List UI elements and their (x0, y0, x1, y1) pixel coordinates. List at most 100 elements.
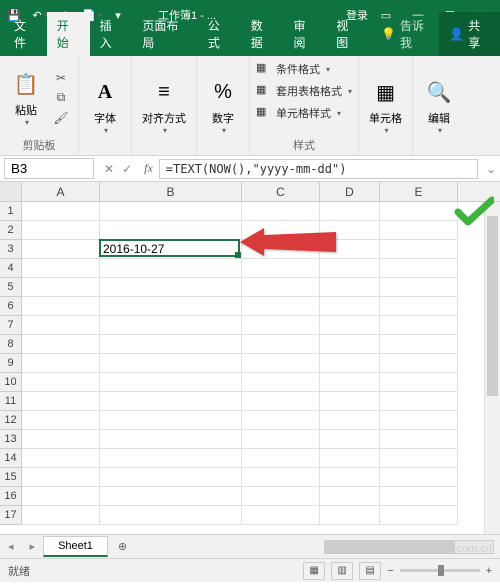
cell-E8[interactable] (380, 335, 458, 354)
row-header[interactable]: 6 (0, 297, 22, 316)
cell-C5[interactable] (242, 278, 320, 297)
cell-A6[interactable] (22, 297, 100, 316)
enter-formula-icon[interactable]: ✓ (122, 162, 132, 176)
cell-D4[interactable] (320, 259, 380, 278)
row-header[interactable]: 3 (0, 240, 22, 259)
cell-D13[interactable] (320, 430, 380, 449)
page-break-view-icon[interactable]: ▤ (359, 562, 381, 580)
vertical-scrollbar[interactable] (484, 202, 500, 534)
cell-E12[interactable] (380, 411, 458, 430)
cell-B10[interactable] (100, 373, 242, 392)
cell-B16[interactable] (100, 487, 242, 506)
cell-A3[interactable] (22, 240, 100, 259)
tab-data[interactable]: 数据 (241, 12, 284, 56)
add-sheet-button[interactable]: ⊕ (108, 540, 137, 553)
cut-icon[interactable]: ✂ (50, 69, 72, 87)
cell-A8[interactable] (22, 335, 100, 354)
cell-A4[interactable] (22, 259, 100, 278)
cell-C13[interactable] (242, 430, 320, 449)
cell-A1[interactable] (22, 202, 100, 221)
tab-home[interactable]: 开始 (47, 12, 90, 56)
paste-button[interactable]: 📋 粘贴 ▾ (6, 66, 46, 129)
cell-D17[interactable] (320, 506, 380, 525)
cell-C4[interactable] (242, 259, 320, 278)
cell-C3[interactable] (242, 240, 320, 259)
cell-B3[interactable]: 2016-10-27 (100, 240, 242, 259)
row-header[interactable]: 15 (0, 468, 22, 487)
cell-C12[interactable] (242, 411, 320, 430)
cell-D6[interactable] (320, 297, 380, 316)
row-header[interactable]: 14 (0, 449, 22, 468)
cell-A16[interactable] (22, 487, 100, 506)
cell-D8[interactable] (320, 335, 380, 354)
cell-E16[interactable] (380, 487, 458, 506)
page-layout-view-icon[interactable]: ▥ (331, 562, 353, 580)
editing-button[interactable]: 🔍编辑▾ (419, 74, 459, 137)
cell-A12[interactable] (22, 411, 100, 430)
row-header[interactable]: 17 (0, 506, 22, 525)
row-header[interactable]: 16 (0, 487, 22, 506)
cell-E1[interactable] (380, 202, 458, 221)
name-box[interactable] (4, 158, 94, 179)
cell-A7[interactable] (22, 316, 100, 335)
cell-E13[interactable] (380, 430, 458, 449)
cell-A2[interactable] (22, 221, 100, 240)
cell-B11[interactable] (100, 392, 242, 411)
cell-C16[interactable] (242, 487, 320, 506)
cell-D7[interactable] (320, 316, 380, 335)
zoom-in-button[interactable]: + (486, 565, 492, 577)
cell-B5[interactable] (100, 278, 242, 297)
row-header[interactable]: 11 (0, 392, 22, 411)
col-header-C[interactable]: C (242, 182, 320, 201)
row-header[interactable]: 4 (0, 259, 22, 278)
cell-B14[interactable] (100, 449, 242, 468)
cell-E7[interactable] (380, 316, 458, 335)
zoom-out-button[interactable]: − (387, 565, 393, 577)
cell-E3[interactable] (380, 240, 458, 259)
cell-C6[interactable] (242, 297, 320, 316)
col-header-A[interactable]: A (22, 182, 100, 201)
cell-C9[interactable] (242, 354, 320, 373)
cell-B15[interactable] (100, 468, 242, 487)
row-header[interactable]: 9 (0, 354, 22, 373)
cell-D1[interactable] (320, 202, 380, 221)
cell-A15[interactable] (22, 468, 100, 487)
cell-E6[interactable] (380, 297, 458, 316)
row-header[interactable]: 13 (0, 430, 22, 449)
number-button[interactable]: %数字▾ (203, 74, 243, 137)
cell-D16[interactable] (320, 487, 380, 506)
tab-layout[interactable]: 页面布局 (132, 12, 198, 56)
cell-E11[interactable] (380, 392, 458, 411)
cell-D2[interactable] (320, 221, 380, 240)
normal-view-icon[interactable]: ▦ (303, 562, 325, 580)
cell-B6[interactable] (100, 297, 242, 316)
sheet-nav-next[interactable]: ▸ (22, 540, 44, 553)
align-button[interactable]: ≡对齐方式▾ (138, 74, 190, 137)
cell-D10[interactable] (320, 373, 380, 392)
col-header-D[interactable]: D (320, 182, 380, 201)
cell-E17[interactable] (380, 506, 458, 525)
cells-button[interactable]: ▦单元格▾ (365, 74, 406, 137)
cell-A17[interactable] (22, 506, 100, 525)
cell-C14[interactable] (242, 449, 320, 468)
cell-E14[interactable] (380, 449, 458, 468)
col-header-E[interactable]: E (380, 182, 458, 201)
cell-B8[interactable] (100, 335, 242, 354)
cell-C11[interactable] (242, 392, 320, 411)
cell-C2[interactable] (242, 221, 320, 240)
cell-A10[interactable] (22, 373, 100, 392)
row-header[interactable]: 2 (0, 221, 22, 240)
row-header[interactable]: 7 (0, 316, 22, 335)
cell-D5[interactable] (320, 278, 380, 297)
cell-D14[interactable] (320, 449, 380, 468)
cell-D9[interactable] (320, 354, 380, 373)
cancel-formula-icon[interactable]: ✕ (104, 162, 114, 176)
cell-A5[interactable] (22, 278, 100, 297)
cell-E15[interactable] (380, 468, 458, 487)
cell-C17[interactable] (242, 506, 320, 525)
formula-expand-icon[interactable]: ⌄ (482, 162, 500, 176)
cell-A9[interactable] (22, 354, 100, 373)
cell-C10[interactable] (242, 373, 320, 392)
vscroll-thumb[interactable] (487, 216, 498, 396)
row-header[interactable]: 12 (0, 411, 22, 430)
